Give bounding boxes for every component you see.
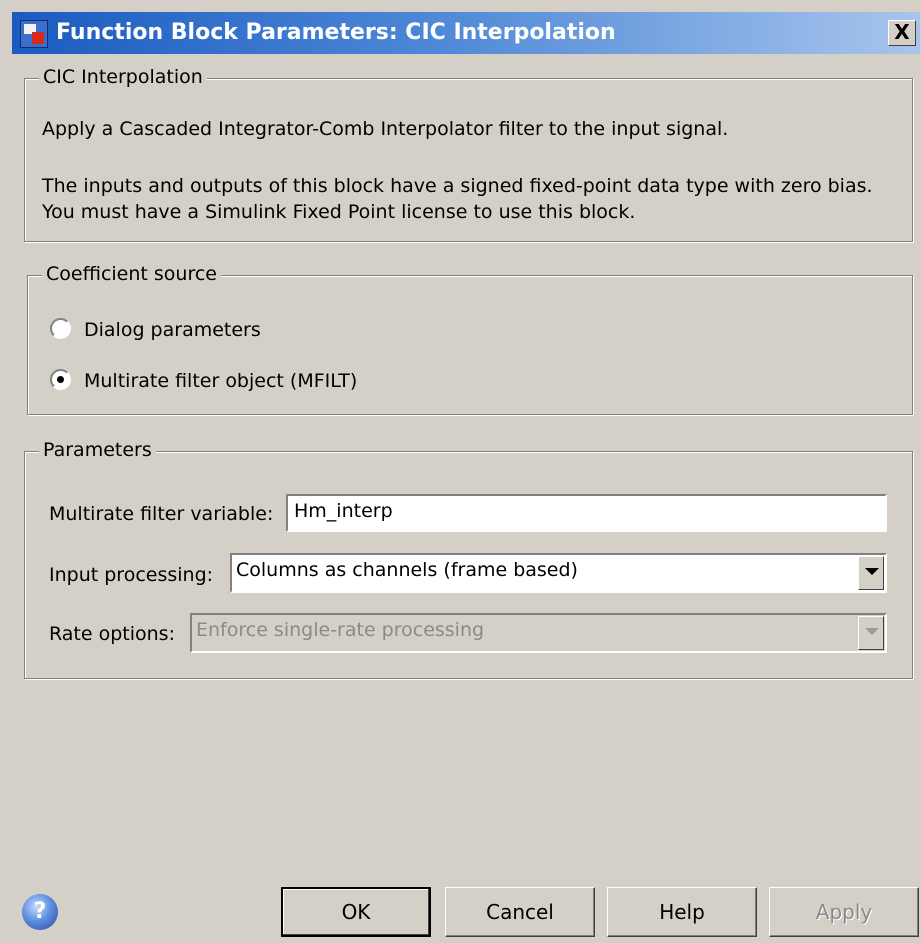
rate-options-dropdown-button — [858, 616, 884, 650]
input-processing-label: Input processing: — [49, 564, 214, 586]
input-processing-dropdown-button[interactable] — [858, 556, 884, 590]
description-line-3: You must have a Simulink Fixed Point lic… — [42, 201, 636, 223]
dialog-parameters-label[interactable]: Dialog parameters — [84, 319, 261, 341]
rate-options-value: Enforce single-rate processing — [196, 619, 485, 641]
radio-selected-dot — [57, 376, 64, 383]
mfilt-object-radio[interactable] — [50, 369, 71, 390]
input-processing-value: Columns as channels (frame based) — [236, 559, 578, 581]
help-button[interactable]: Help — [607, 887, 757, 937]
title-bar: Function Block Parameters: CIC Interpola… — [12, 12, 920, 54]
parameters-group-label: Parameters — [39, 439, 156, 461]
rate-options-select: Enforce single-rate processing — [190, 613, 887, 653]
rate-options-label: Rate options: — [49, 623, 175, 645]
input-processing-select[interactable]: Columns as channels (frame based) — [230, 553, 887, 593]
dialog-parameters-radio[interactable] — [50, 318, 71, 339]
description-line-1: Apply a Cascaded Integrator-Comb Interpo… — [42, 118, 729, 140]
filter-variable-value: Hm_interp — [294, 500, 393, 522]
coefficient-source-group-label: Coefficient source — [42, 263, 221, 285]
close-button[interactable]: X — [888, 20, 916, 46]
cancel-button[interactable]: Cancel — [445, 887, 595, 937]
description-line-2: The inputs and outputs of this block hav… — [42, 175, 873, 197]
window-title: Function Block Parameters: CIC Interpola… — [56, 20, 616, 45]
filter-variable-label: Multirate filter variable: — [49, 503, 274, 525]
mfilt-object-label[interactable]: Multirate filter object (MFILT) — [84, 370, 357, 392]
description-group-label: CIC Interpolation — [39, 66, 207, 88]
question-circle-icon[interactable]: ? — [22, 894, 58, 930]
apply-button: Apply — [769, 887, 919, 937]
close-icon: X — [894, 20, 910, 44]
simulink-block-icon — [20, 20, 48, 48]
filter-variable-input[interactable]: Hm_interp — [286, 494, 887, 532]
chevron-down-icon — [865, 628, 879, 635]
ok-button[interactable]: OK — [281, 887, 431, 937]
chevron-down-icon — [865, 568, 879, 575]
coefficient-source-group: Coefficient source — [27, 263, 913, 415]
